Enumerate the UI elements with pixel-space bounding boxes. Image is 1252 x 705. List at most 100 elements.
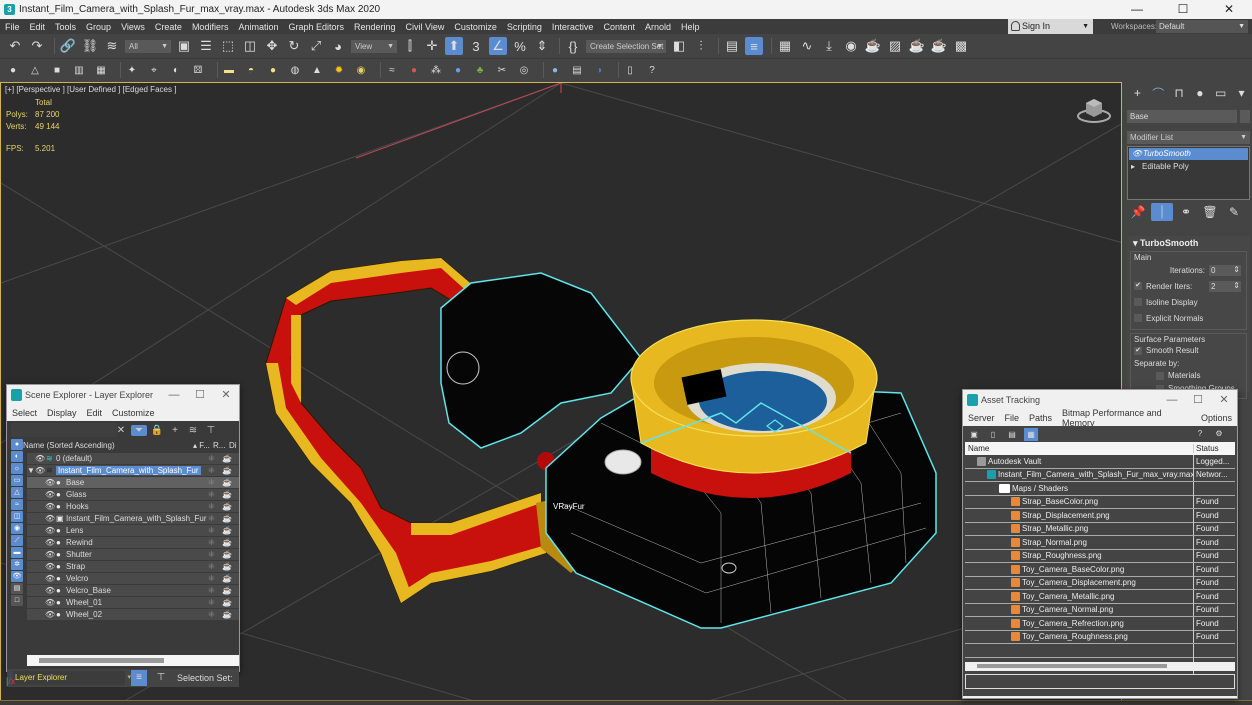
file-icon[interactable]: ▯ [986, 428, 1000, 441]
keyboard-shortcut-override-icon[interactable]: ⬆ [445, 37, 463, 55]
renderable-teapot-icon[interactable]: ☕ [222, 550, 232, 559]
close-button[interactable]: ✕ [213, 385, 239, 405]
curve-editor-icon[interactable]: ∿ [798, 37, 816, 55]
display-all-icon[interactable]: ▤ [11, 583, 23, 594]
vray-sphere-light-icon[interactable]: ● [266, 63, 280, 77]
display-cameras-icon[interactable]: ▭ [11, 475, 23, 486]
schematic-view-icon[interactable]: ⤓ [820, 37, 838, 55]
materials-checkbox[interactable] [1156, 371, 1164, 380]
angle-snap-icon[interactable]: ∠ [489, 37, 507, 55]
eye-icon[interactable]: 👁 [35, 466, 45, 475]
vray-dome-icon[interactable]: ◓ [244, 63, 258, 77]
menu-group[interactable]: Group [81, 22, 116, 32]
eye-icon[interactable]: 👁 [1132, 148, 1142, 160]
select-object-icon[interactable]: ▣ [175, 37, 193, 55]
iterations-spinner[interactable]: 0 [1209, 264, 1241, 276]
pivot-center-icon[interactable]: ⫿ [401, 37, 419, 55]
freeze-toggle-icon[interactable]: ⁜ [208, 502, 215, 511]
renderable-teapot-icon[interactable]: ☕ [222, 502, 232, 511]
horizontal-scrollbar[interactable] [27, 655, 239, 666]
settings-icon[interactable]: ⚙ [1212, 427, 1226, 440]
material-editor-icon[interactable]: ◉ [842, 37, 860, 55]
table-view-icon[interactable]: ▦ [1024, 427, 1038, 441]
asset-row[interactable]: Strap_Metallic.png Found [965, 522, 1235, 536]
scene-explorer-titlebar[interactable]: Scene Explorer - Layer Explorer — ☐ ✕ [7, 385, 239, 405]
vray-options-icon[interactable]: ▯ [623, 63, 637, 77]
tree-row[interactable]: 👁 ● Wheel_01 ⁜ ☕ [27, 597, 239, 609]
remove-modifier-icon[interactable]: 🗑 [1199, 203, 1221, 221]
vray-ies-icon[interactable]: ▲ [310, 63, 324, 77]
rollout-title[interactable]: ▾ TurboSmooth [1127, 236, 1250, 251]
renderable-teapot-icon[interactable]: ☕ [222, 610, 232, 619]
renderable-teapot-icon[interactable]: ☕ [222, 466, 232, 475]
hierarchy-tab-icon[interactable]: ⊓ [1169, 86, 1190, 100]
display-frozen-icon[interactable]: ✲ [11, 559, 23, 570]
display-spacewarps-icon[interactable]: ≈ [11, 499, 23, 510]
named-selection-dropdown[interactable]: Create Selection Set ▼ [586, 39, 666, 53]
render-production-icon[interactable]: ☕ [908, 37, 926, 55]
tree-row[interactable]: ▼ 👁 ≋ Instant_Film_Camera_with_Splash_Fur ⁜ ☕ [27, 465, 239, 477]
isoline-display-checkbox[interactable] [1134, 298, 1142, 306]
light-icon[interactable]: ✦ [125, 63, 139, 77]
menu-help[interactable]: Help [676, 22, 705, 32]
freeze-toggle-icon[interactable]: ⁜ [208, 610, 215, 619]
edit-named-selection-icon[interactable]: {} [564, 37, 582, 55]
undo-icon[interactable]: ↶ [6, 37, 24, 55]
bind-space-warp-icon[interactable]: ≋ [103, 37, 121, 55]
object-name-field[interactable]: Base [1127, 110, 1237, 123]
display-groups-icon[interactable]: ◫ [11, 511, 23, 522]
asset-row[interactable]: Toy_Camera_Displacement.png Found [965, 576, 1235, 590]
horizontal-scrollbar[interactable] [965, 662, 1235, 671]
scrollbar-thumb[interactable] [977, 664, 1167, 668]
freeze-toggle-icon[interactable]: ⁜ [208, 466, 215, 475]
vray-sphere-fade-icon[interactable]: ● [451, 63, 465, 77]
scale-icon[interactable]: ⤢ [307, 37, 325, 55]
asset-row[interactable]: Toy_Camera_BaseColor.png Found [965, 562, 1235, 577]
eye-icon[interactable]: 👁 [35, 454, 45, 463]
tree-row[interactable]: 👁 ● Glass ⁜ ☕ [27, 489, 239, 501]
freeze-toggle-icon[interactable]: ⁜ [208, 490, 215, 499]
display-lights-icon[interactable]: ☼ [11, 463, 23, 474]
vray-sun-icon[interactable]: ✹ [332, 63, 346, 77]
freeze-toggle-icon[interactable]: ⁜ [208, 562, 215, 571]
close-button[interactable]: ✕ [1206, 0, 1252, 19]
vray-plane-icon[interactable]: ▬ [222, 63, 236, 77]
display-containers-icon[interactable]: ▬ [11, 547, 23, 558]
freeze-toggle-icon[interactable]: ⁜ [208, 478, 215, 487]
menu-animation[interactable]: Animation [233, 22, 283, 32]
vray-converter-icon[interactable]: ▤ [570, 63, 584, 77]
teapot-icon[interactable]: ● [6, 63, 20, 77]
align-icon[interactable]: ⫶ [692, 37, 710, 55]
render-setup-icon[interactable]: ☕ [864, 37, 882, 55]
at-menu-server[interactable]: Server [963, 413, 1000, 423]
menu-customize[interactable]: Customize [449, 22, 502, 32]
percent-snap-icon[interactable]: % [511, 37, 529, 55]
grid-icon[interactable]: ▦ [94, 63, 108, 77]
display-geometry-icon[interactable]: ● [11, 439, 23, 450]
close-button[interactable]: ✕ [1211, 390, 1237, 410]
rectangular-selection-icon[interactable]: ⬚ [219, 37, 237, 55]
scrollbar-thumb[interactable] [39, 658, 164, 663]
display-bones-icon[interactable]: ⟋ [11, 535, 23, 546]
maximize-button[interactable]: ☐ [1160, 0, 1206, 19]
asset-tracking-titlebar[interactable]: Asset Tracking — ☐ ✕ [963, 390, 1237, 410]
toggle-ribbon-icon[interactable]: ▦ [776, 37, 794, 55]
menu-edit[interactable]: Edit [25, 22, 51, 32]
asset-row[interactable]: Strap_Roughness.png Found [965, 549, 1235, 563]
asset-row[interactable]: Toy_Camera_Refrection.png Found [965, 616, 1235, 631]
sphere-icon[interactable]: ◐ [169, 63, 183, 77]
tree-row[interactable]: 👁 ● Rewind ⁜ ☕ [27, 537, 239, 549]
asset-row[interactable]: Autodesk Vault Logged... [965, 454, 1235, 469]
renderable-teapot-icon[interactable]: ☕ [222, 562, 232, 571]
link-icon[interactable]: 🔗 [59, 37, 77, 55]
vray-lister-icon[interactable]: ◑ [592, 63, 606, 77]
renderable-teapot-icon[interactable]: ☕ [222, 538, 232, 547]
display-tab-icon[interactable]: ▭ [1210, 86, 1231, 100]
column-renderable[interactable]: R... [213, 441, 225, 450]
menu-interactive[interactable]: Interactive [547, 22, 599, 32]
column-name[interactable]: Name (Sorted Ascending) [23, 441, 115, 450]
stack-item-editable-poly[interactable]: ▸ Editable Poly [1128, 161, 1249, 173]
freeze-toggle-icon[interactable]: ⁜ [208, 550, 215, 559]
help-icon[interactable]: ? [645, 63, 659, 77]
minimize-button[interactable]: — [1159, 390, 1185, 410]
